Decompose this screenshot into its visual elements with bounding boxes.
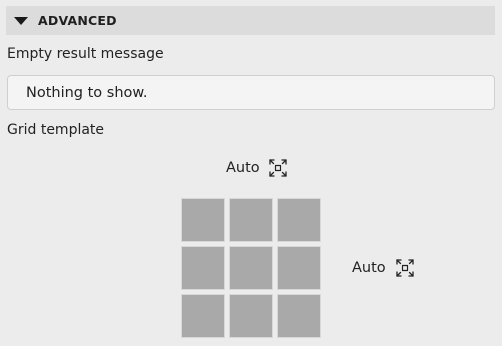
grid-cell-8[interactable] — [229, 294, 273, 338]
grid-cell-5[interactable] — [229, 246, 273, 290]
empty-result-input[interactable]: Nothing to show. — [7, 75, 495, 110]
grid-cell-6[interactable] — [277, 246, 321, 290]
grid-cell-1[interactable] — [181, 198, 225, 242]
caret-down-icon[interactable] — [14, 16, 28, 25]
rows-expand-icon[interactable] — [395, 258, 415, 278]
advanced-panel: ADVANCED Empty result message Nothing to… — [0, 0, 502, 346]
grid-cell-7[interactable] — [181, 294, 225, 338]
rows-auto-label: Auto — [352, 260, 386, 276]
grid-cell-9[interactable] — [277, 294, 321, 338]
empty-result-value: Nothing to show. — [26, 84, 148, 101]
grid-template-label: Grid template — [7, 122, 105, 138]
grid-cell-2[interactable] — [229, 198, 273, 242]
columns-auto-label: Auto — [226, 160, 260, 176]
grid-template-preview — [181, 198, 321, 338]
empty-result-label: Empty result message — [7, 46, 164, 62]
section-title: ADVANCED — [38, 13, 117, 28]
grid-cell-4[interactable] — [181, 246, 225, 290]
grid-cell-3[interactable] — [277, 198, 321, 242]
columns-expand-icon[interactable] — [268, 158, 288, 178]
advanced-section-header[interactable]: ADVANCED — [6, 6, 495, 35]
